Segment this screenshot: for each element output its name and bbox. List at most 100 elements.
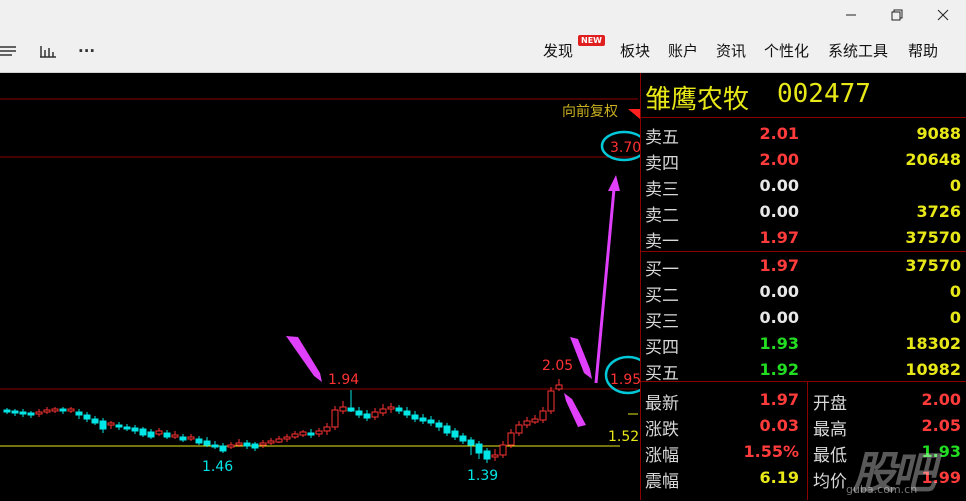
menu-personalize[interactable]: 个性化: [764, 40, 809, 62]
ask-row[interactable]: 卖四 2.00 20648: [641, 147, 966, 174]
candle-body: [283, 436, 291, 440]
stock-header: 雏鹰农牧 002477: [641, 73, 966, 118]
candle-body: [403, 410, 411, 416]
ask-price: 0.00: [759, 202, 799, 221]
new-badge: NEW: [578, 35, 605, 46]
candle-body: [35, 411, 43, 415]
ask-label: 卖四: [645, 154, 679, 174]
stats-divider: [807, 381, 808, 500]
ask-row[interactable]: 卖三 0.00 0: [641, 173, 966, 200]
bid-price: 1.93: [759, 334, 799, 353]
candle-body: [395, 407, 403, 412]
menu-discover[interactable]: 发现: [543, 40, 573, 62]
candle-body: [91, 418, 99, 424]
candle-body: [67, 408, 75, 412]
pct-label: 涨幅: [645, 446, 679, 466]
ask-volume: 37570: [905, 228, 961, 247]
ask-row[interactable]: 卖二 0.00 3726: [641, 199, 966, 226]
candle-body: [443, 425, 451, 434]
candle-body: [259, 442, 267, 446]
candle-body: [179, 436, 187, 441]
restore-icon[interactable]: [874, 0, 920, 30]
open-label: 开盘: [813, 394, 847, 414]
stat-row-2: 涨跌 0.03 最高 2.05: [641, 413, 966, 440]
arrow-1-94: [286, 336, 322, 382]
bid-row[interactable]: 买二 0.00 0: [641, 279, 966, 306]
ask-price: 2.00: [759, 150, 799, 169]
kline-chart[interactable]: 向前复权 3.70 1.95 1.52 1.94 2.05 1.46 1.39: [0, 73, 640, 500]
minimize-icon[interactable]: [828, 0, 874, 30]
ask-row[interactable]: 卖一 1.97 37570: [641, 225, 966, 252]
candle-body: [363, 413, 371, 419]
more-icon[interactable]: ···: [78, 40, 95, 62]
candle-body: [499, 444, 507, 456]
book-separator: [641, 251, 966, 252]
stock-code: 002477: [777, 79, 871, 109]
list-icon[interactable]: [0, 40, 18, 62]
bid-volume: 0: [949, 308, 961, 327]
high-label: 最高: [813, 420, 847, 440]
candle-body: [27, 412, 35, 416]
candle-body: [155, 430, 163, 435]
bid-label: 买三: [645, 312, 679, 332]
adjust-label: 向前复权: [562, 103, 618, 120]
menu-help[interactable]: 帮助: [908, 40, 938, 62]
candle-body: [171, 434, 179, 438]
candle-body: [491, 454, 499, 458]
candle-body: [107, 422, 115, 426]
pct-value: 1.55%: [743, 442, 799, 461]
ask-volume: 3726: [916, 202, 961, 221]
menu-system-tools[interactable]: 系统工具: [828, 40, 888, 62]
bid-row[interactable]: 买五 1.92 10982: [641, 357, 966, 384]
price-label-current: 1.95: [610, 372, 640, 388]
watermark-url: guba.com.cn: [846, 483, 918, 496]
candle-body: [267, 440, 275, 444]
candle-body: [19, 411, 27, 415]
candle-body: [515, 424, 523, 434]
bar-chart-icon[interactable]: [40, 40, 56, 62]
candle-body: [163, 432, 171, 438]
candle-body: [531, 418, 539, 423]
ask-volume: 20648: [905, 150, 961, 169]
ask-row[interactable]: 卖五 2.01 9088: [641, 121, 966, 148]
candle-body: [51, 408, 59, 412]
bid-row[interactable]: 买三 0.00 0: [641, 305, 966, 332]
candle-body: [459, 435, 467, 442]
candle-body: [123, 426, 131, 430]
candle-body: [307, 432, 315, 436]
low-label: 最低: [813, 446, 847, 466]
ask-label: 卖二: [645, 206, 679, 226]
close-icon[interactable]: [920, 0, 966, 30]
candle-body: [195, 438, 203, 444]
high-value: 2.05: [921, 416, 961, 435]
candle-body: [11, 410, 19, 414]
ask-price: 0.00: [759, 176, 799, 195]
menu-news[interactable]: 资讯: [716, 40, 746, 62]
candle-body: [43, 409, 51, 413]
corner-marker-icon: [628, 109, 640, 119]
latest-value: 1.97: [759, 390, 799, 409]
bid-row[interactable]: 买四 1.93 18302: [641, 331, 966, 358]
menu-sector[interactable]: 板块: [620, 40, 650, 62]
candle-body: [75, 411, 83, 416]
arrow-up-line: [594, 188, 616, 384]
arrow-from-below: [564, 393, 586, 427]
candle-body: [243, 442, 251, 447]
menu-bar: ··· 发现 板块 账户 资讯 个性化 系统工具 帮助: [0, 30, 966, 73]
candle-body: [227, 444, 235, 448]
candle-body: [211, 444, 219, 448]
candle-body: [371, 411, 379, 418]
candle-body: [507, 432, 515, 446]
price-label-right-low: 1.52: [608, 429, 639, 445]
candle-body: [379, 408, 387, 414]
annotation-low-right: 1.39: [467, 468, 498, 484]
bid-label: 买四: [645, 338, 679, 358]
candles-group: [3, 379, 563, 463]
bid-row[interactable]: 买一 1.97 37570: [641, 253, 966, 280]
candle-body: [131, 427, 139, 432]
candle-body: [3, 409, 11, 413]
latest-label: 最新: [645, 394, 679, 414]
menu-account[interactable]: 账户: [668, 40, 698, 62]
amp-value: 6.19: [759, 468, 799, 487]
ask-label: 卖五: [645, 128, 679, 148]
